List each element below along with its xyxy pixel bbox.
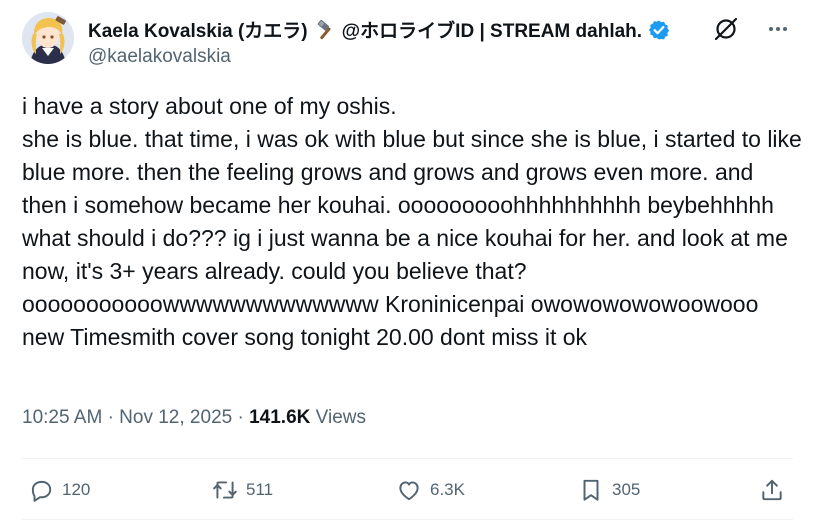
share-icon	[762, 479, 782, 501]
share-button[interactable]	[759, 472, 785, 508]
like-count: 6.3K	[430, 480, 465, 499]
author-handle[interactable]: @kaelakovalskia	[88, 46, 231, 68]
repost-icon	[213, 481, 237, 499]
like-button[interactable]: 6.3K	[396, 472, 465, 508]
bookmark-count: 305	[612, 480, 641, 499]
repost-button[interactable]: 511	[212, 472, 273, 508]
avatar-image	[22, 12, 74, 64]
hammer-emoji-icon	[314, 19, 336, 41]
reply-icon	[31, 480, 52, 502]
grok-icon[interactable]	[711, 14, 741, 44]
bookmark-icon	[583, 479, 599, 501]
repost-count: 511	[246, 480, 274, 499]
views-count: 141.6K	[249, 407, 311, 428]
tweet-time[interactable]: 10:25 AM	[22, 407, 102, 428]
tweet-date[interactable]: Nov 12, 2025	[119, 407, 232, 428]
author-name-suffix: @ホロライブID | STREAM dahlah.	[341, 21, 643, 42]
author-name-row[interactable]: Kaela Kovalskia (カエラ) @ホロライブID | STREAM …	[88, 16, 670, 43]
meta-separator: ·	[107, 407, 114, 428]
divider	[22, 458, 793, 459]
tweet-text: i have a story about one of my oshis. sh…	[22, 93, 802, 350]
meta-separator-2: ·	[237, 407, 244, 428]
action-bar: 120 511 6.3K 305	[22, 472, 793, 508]
reply-count: 120	[62, 480, 91, 499]
views-label: Views	[315, 407, 366, 428]
header-actions	[711, 14, 793, 44]
verified-badge-icon[interactable]	[648, 19, 670, 41]
divider-bottom	[22, 519, 793, 520]
tweet: Kaela Kovalskia (カエラ) @ホロライブID | STREAM …	[0, 0, 815, 522]
avatar[interactable]	[22, 12, 74, 64]
heart-icon	[399, 481, 419, 501]
bookmark-button[interactable]: 305	[578, 472, 640, 508]
reply-button[interactable]: 120	[28, 472, 90, 508]
more-icon[interactable]	[763, 14, 793, 44]
tweet-meta: 10:25 AM · Nov 12, 2025 · 141.6K Views	[22, 407, 366, 429]
author-display-name[interactable]: Kaela Kovalskia (カエラ)	[88, 16, 308, 43]
